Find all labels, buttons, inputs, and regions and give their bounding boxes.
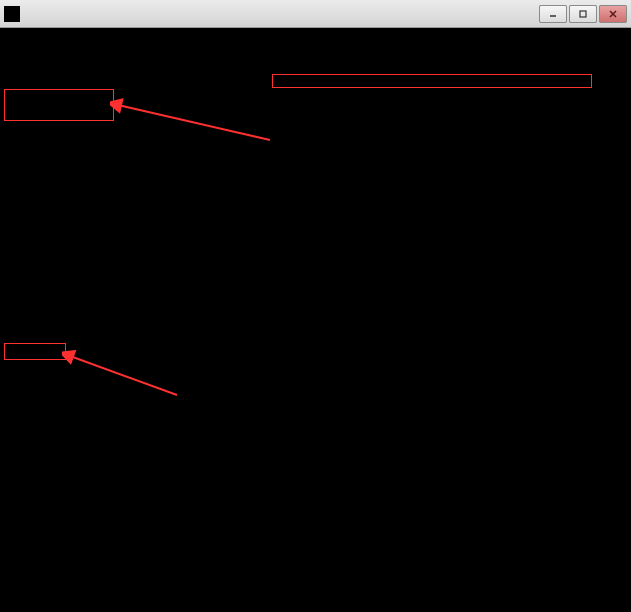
maximize-button[interactable] [569, 5, 597, 23]
annotation-box [272, 74, 592, 88]
arrow-to-ls [62, 350, 182, 400]
close-button[interactable] [599, 5, 627, 23]
window-buttons [539, 5, 627, 23]
highlight-box-ls [4, 343, 66, 360]
cmd-icon [4, 6, 20, 22]
window-titlebar [0, 0, 631, 28]
minimize-button[interactable] [539, 5, 567, 23]
